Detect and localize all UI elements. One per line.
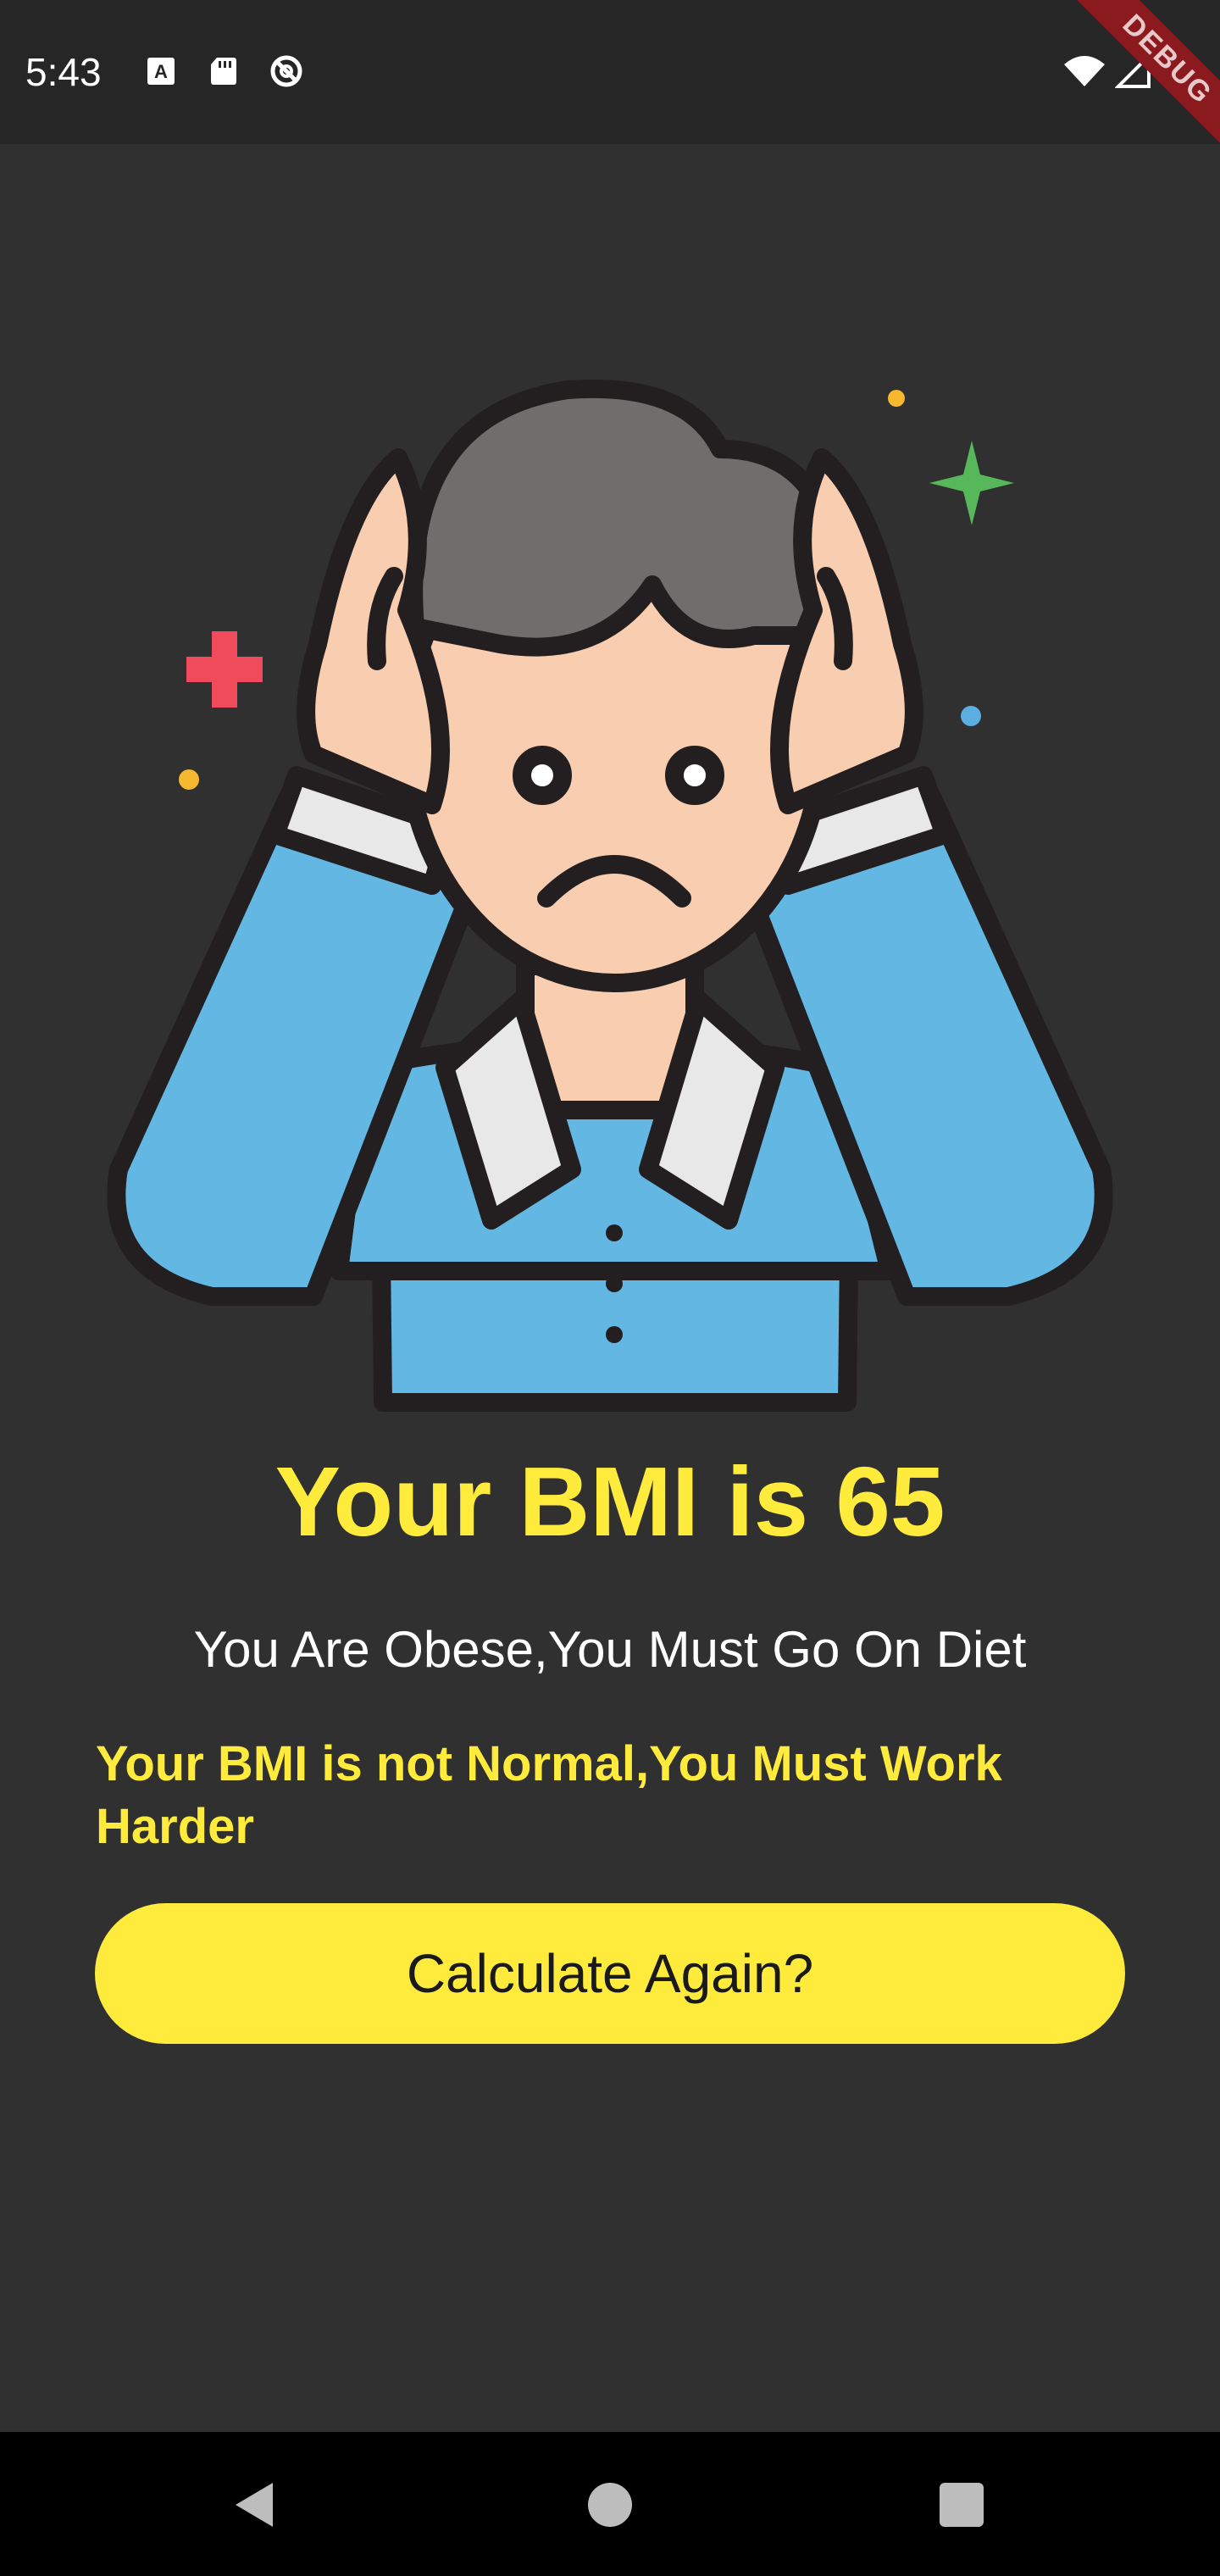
keyboard-a-icon: A [147, 58, 175, 85]
svg-text:A: A [154, 61, 168, 82]
stressed-person-icon [107, 379, 1113, 1412]
sd-card-icon [211, 58, 236, 85]
calculate-again-button[interactable]: Calculate Again? [95, 1903, 1125, 2044]
bmi-advice-text: Your BMI is not Normal,You Must Work Har… [96, 1736, 1002, 1854]
bmi-status-text: You Are Obese,You Must Go On Diet [193, 1621, 1027, 1678]
status-bar: 5:43 A DEBUG [0, 0, 1220, 165]
no-sync-icon [270, 55, 302, 87]
debug-label: DEBUG [1062, 0, 1220, 165]
back-icon[interactable] [236, 2483, 273, 2527]
bmi-result-title: Your BMI is 65 [274, 1446, 946, 1557]
bmi-result-screen: 5:43 A DEBUG Your BMI is 65 You Are Obes… [0, 0, 1220, 2576]
status-time: 5:43 [25, 50, 102, 94]
recents-icon[interactable] [940, 2483, 984, 2527]
home-icon[interactable] [588, 2483, 632, 2527]
debug-ribbon: DEBUG [1051, 0, 1220, 169]
